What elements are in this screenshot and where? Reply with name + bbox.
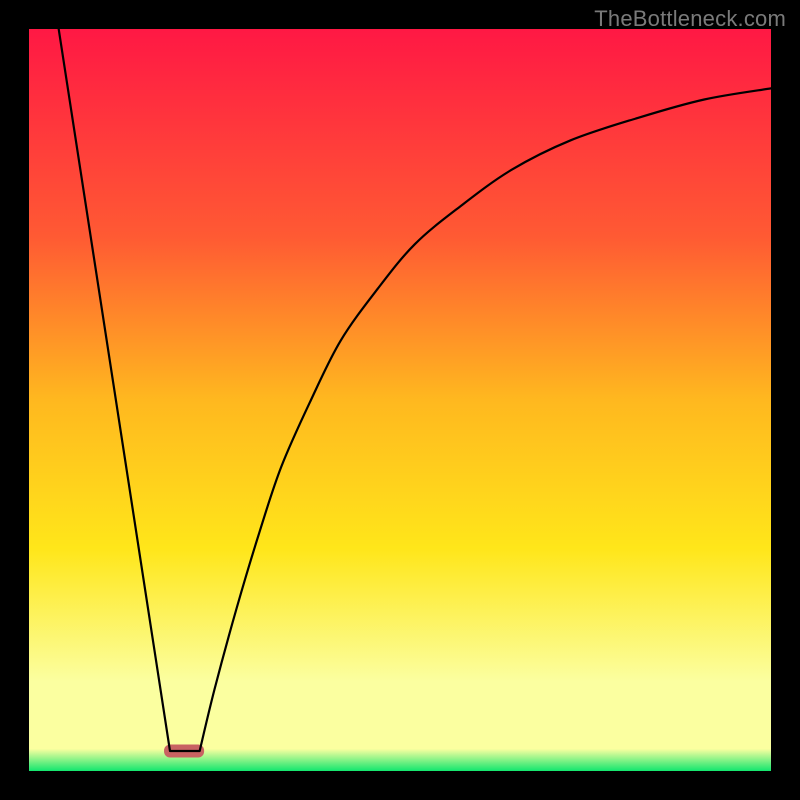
watermark-text: TheBottleneck.com <box>594 6 786 32</box>
plot-area <box>29 29 771 771</box>
plot-svg <box>29 29 771 771</box>
gradient-background <box>29 29 771 771</box>
chart-frame: TheBottleneck.com <box>0 0 800 800</box>
